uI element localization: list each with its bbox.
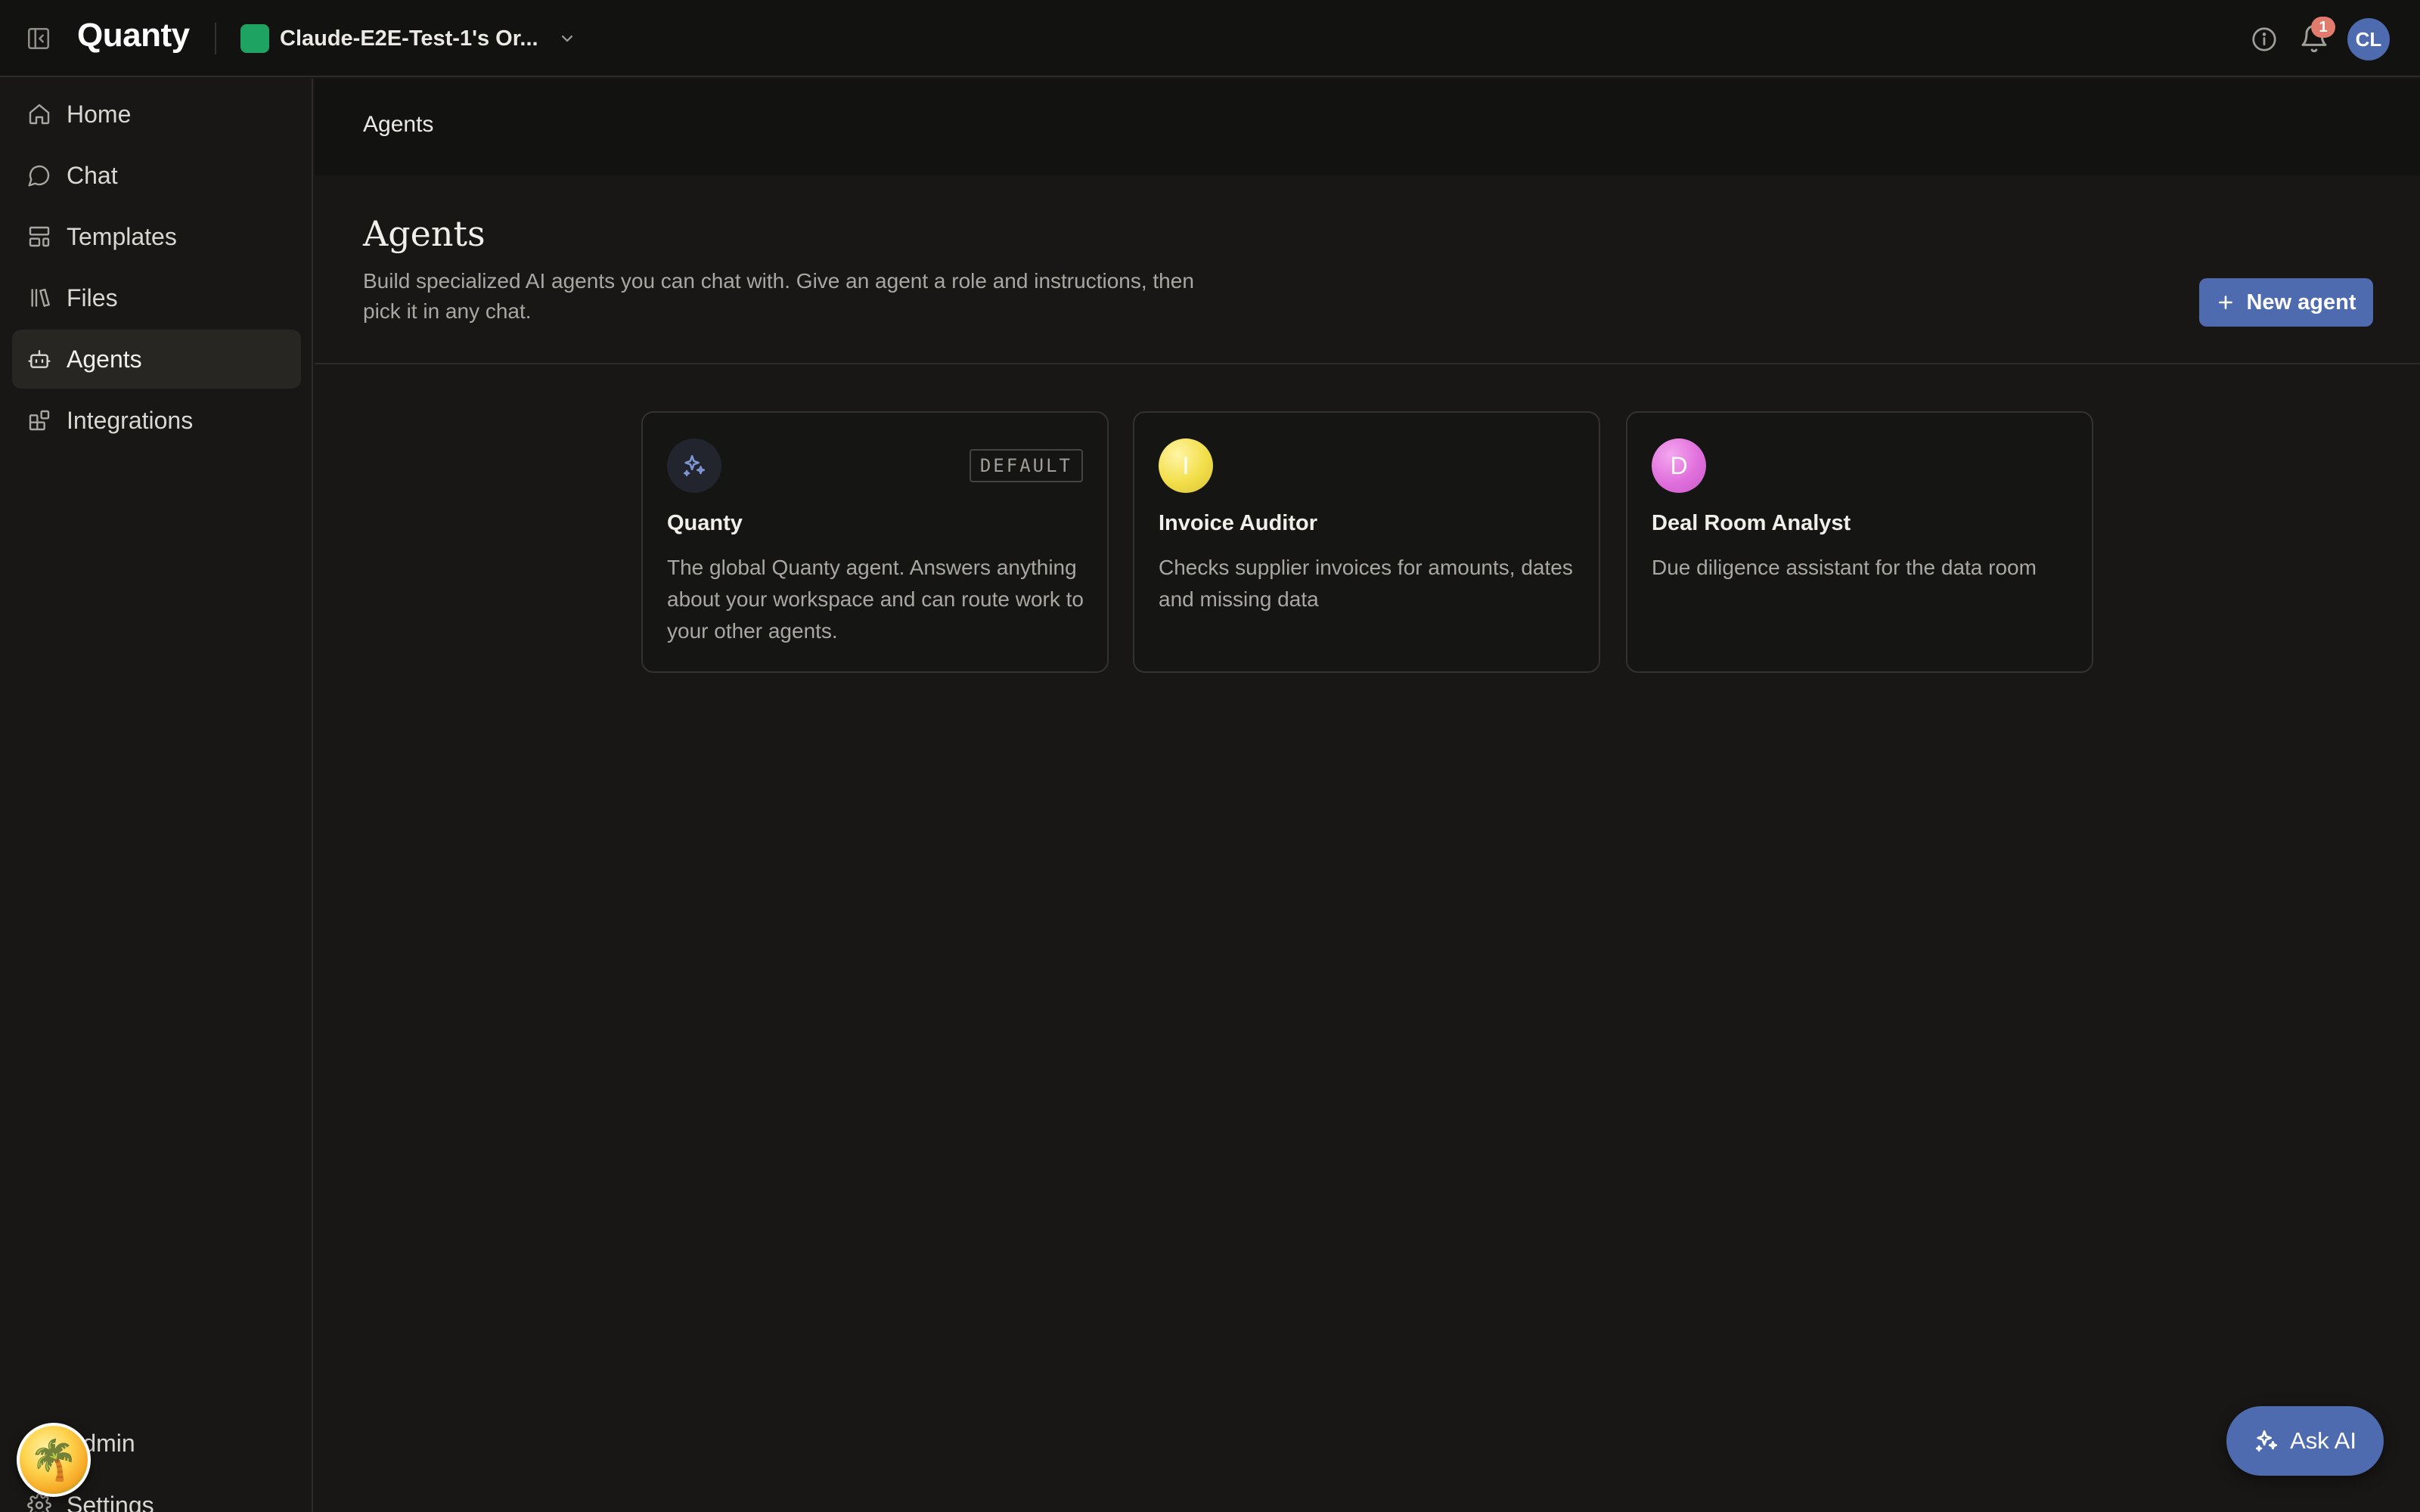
- agent-card-quanty[interactable]: DEFAULT Quanty The global Quanty agent. …: [641, 411, 1109, 673]
- agent-name: Quanty: [667, 511, 743, 535]
- breadcrumb: Agents: [363, 112, 434, 137]
- new-agent-label: New agent: [2246, 290, 2356, 314]
- user-avatar[interactable]: CL: [2347, 18, 2390, 60]
- sidebar-item-label: Settings: [67, 1491, 154, 1512]
- ask-ai-button[interactable]: Ask AI: [2226, 1406, 2384, 1476]
- sidebar-item-integrations[interactable]: Integrations: [12, 391, 301, 450]
- chat-bubble-icon: [27, 163, 51, 187]
- agent-name: Invoice Auditor: [1159, 511, 1317, 535]
- layout-template-icon: [27, 225, 51, 249]
- blocks-icon: [27, 408, 51, 432]
- sidebar-item-label: Templates: [67, 222, 177, 250]
- top-bar: Quanty Claude-E2E-Test-1's Or... 1 CL: [0, 0, 2420, 77]
- floating-emoji-widget[interactable]: 🌴: [17, 1423, 91, 1497]
- agent-avatar: D: [1652, 438, 1706, 493]
- agent-description: The global Quanty agent. Answers anythin…: [667, 556, 1084, 643]
- notification-count-badge: 1: [2311, 17, 2335, 38]
- sidebar-item-templates[interactable]: Templates: [12, 207, 301, 266]
- agent-avatar: [667, 438, 721, 493]
- breadcrumb-bar: Agents: [315, 79, 2420, 175]
- info-icon[interactable]: [2251, 26, 2278, 53]
- agent-card-invoice-auditor[interactable]: I Invoice Auditor Checks supplier invoic…: [1133, 411, 1600, 673]
- sidebar-item-label: Integrations: [67, 406, 194, 434]
- library-icon: [27, 286, 51, 310]
- sidebar-item-label: Agents: [67, 345, 142, 373]
- new-agent-button[interactable]: New agent: [2199, 278, 2373, 327]
- sidebar-item-label: Home: [67, 100, 132, 128]
- sidebar-item-agents[interactable]: Agents: [12, 330, 301, 389]
- topbar-divider: [215, 23, 216, 54]
- chevron-down-icon: [558, 29, 576, 48]
- sidebar-item-label: Chat: [67, 161, 118, 189]
- app-logo[interactable]: Quanty: [77, 17, 190, 54]
- agent-card-deal-room-analyst[interactable]: D Deal Room Analyst Due diligence assist…: [1626, 411, 2093, 673]
- ask-ai-label: Ask AI: [2290, 1427, 2356, 1454]
- agent-description: Due diligence assistant for the data roo…: [1652, 556, 2037, 579]
- default-badge: DEFAULT: [969, 449, 1083, 482]
- agent-description: Checks supplier invoices for amounts, da…: [1159, 556, 1573, 611]
- page-description: Build specialized AI agents you can chat…: [363, 269, 1194, 323]
- sparkle-icon: [2254, 1428, 2279, 1454]
- org-name: Claude-E2E-Test-1's Or...: [280, 26, 538, 51]
- sidebar-item-label: Files: [67, 284, 118, 311]
- org-color-swatch: [240, 24, 269, 53]
- sidebar: Home Chat Templates Files Agents Integra…: [0, 79, 313, 1512]
- sidebar-item-chat[interactable]: Chat: [12, 146, 301, 205]
- sparkle-icon: [681, 453, 707, 479]
- agent-avatar: I: [1159, 438, 1213, 493]
- sidebar-toggle-icon[interactable]: [26, 26, 51, 51]
- plus-icon: [2216, 293, 2235, 312]
- home-icon: [27, 102, 51, 126]
- page-header: Agents Build specialized AI agents you c…: [315, 175, 2420, 364]
- sidebar-item-home[interactable]: Home: [12, 85, 301, 144]
- sidebar-item-files[interactable]: Files: [12, 268, 301, 327]
- page-title: Agents: [363, 213, 486, 254]
- org-switcher[interactable]: Claude-E2E-Test-1's Or...: [240, 18, 572, 59]
- bot-icon: [27, 347, 51, 371]
- palm-tree-emoji-icon: 🌴: [29, 1438, 79, 1483]
- agent-name: Deal Room Analyst: [1652, 511, 1851, 535]
